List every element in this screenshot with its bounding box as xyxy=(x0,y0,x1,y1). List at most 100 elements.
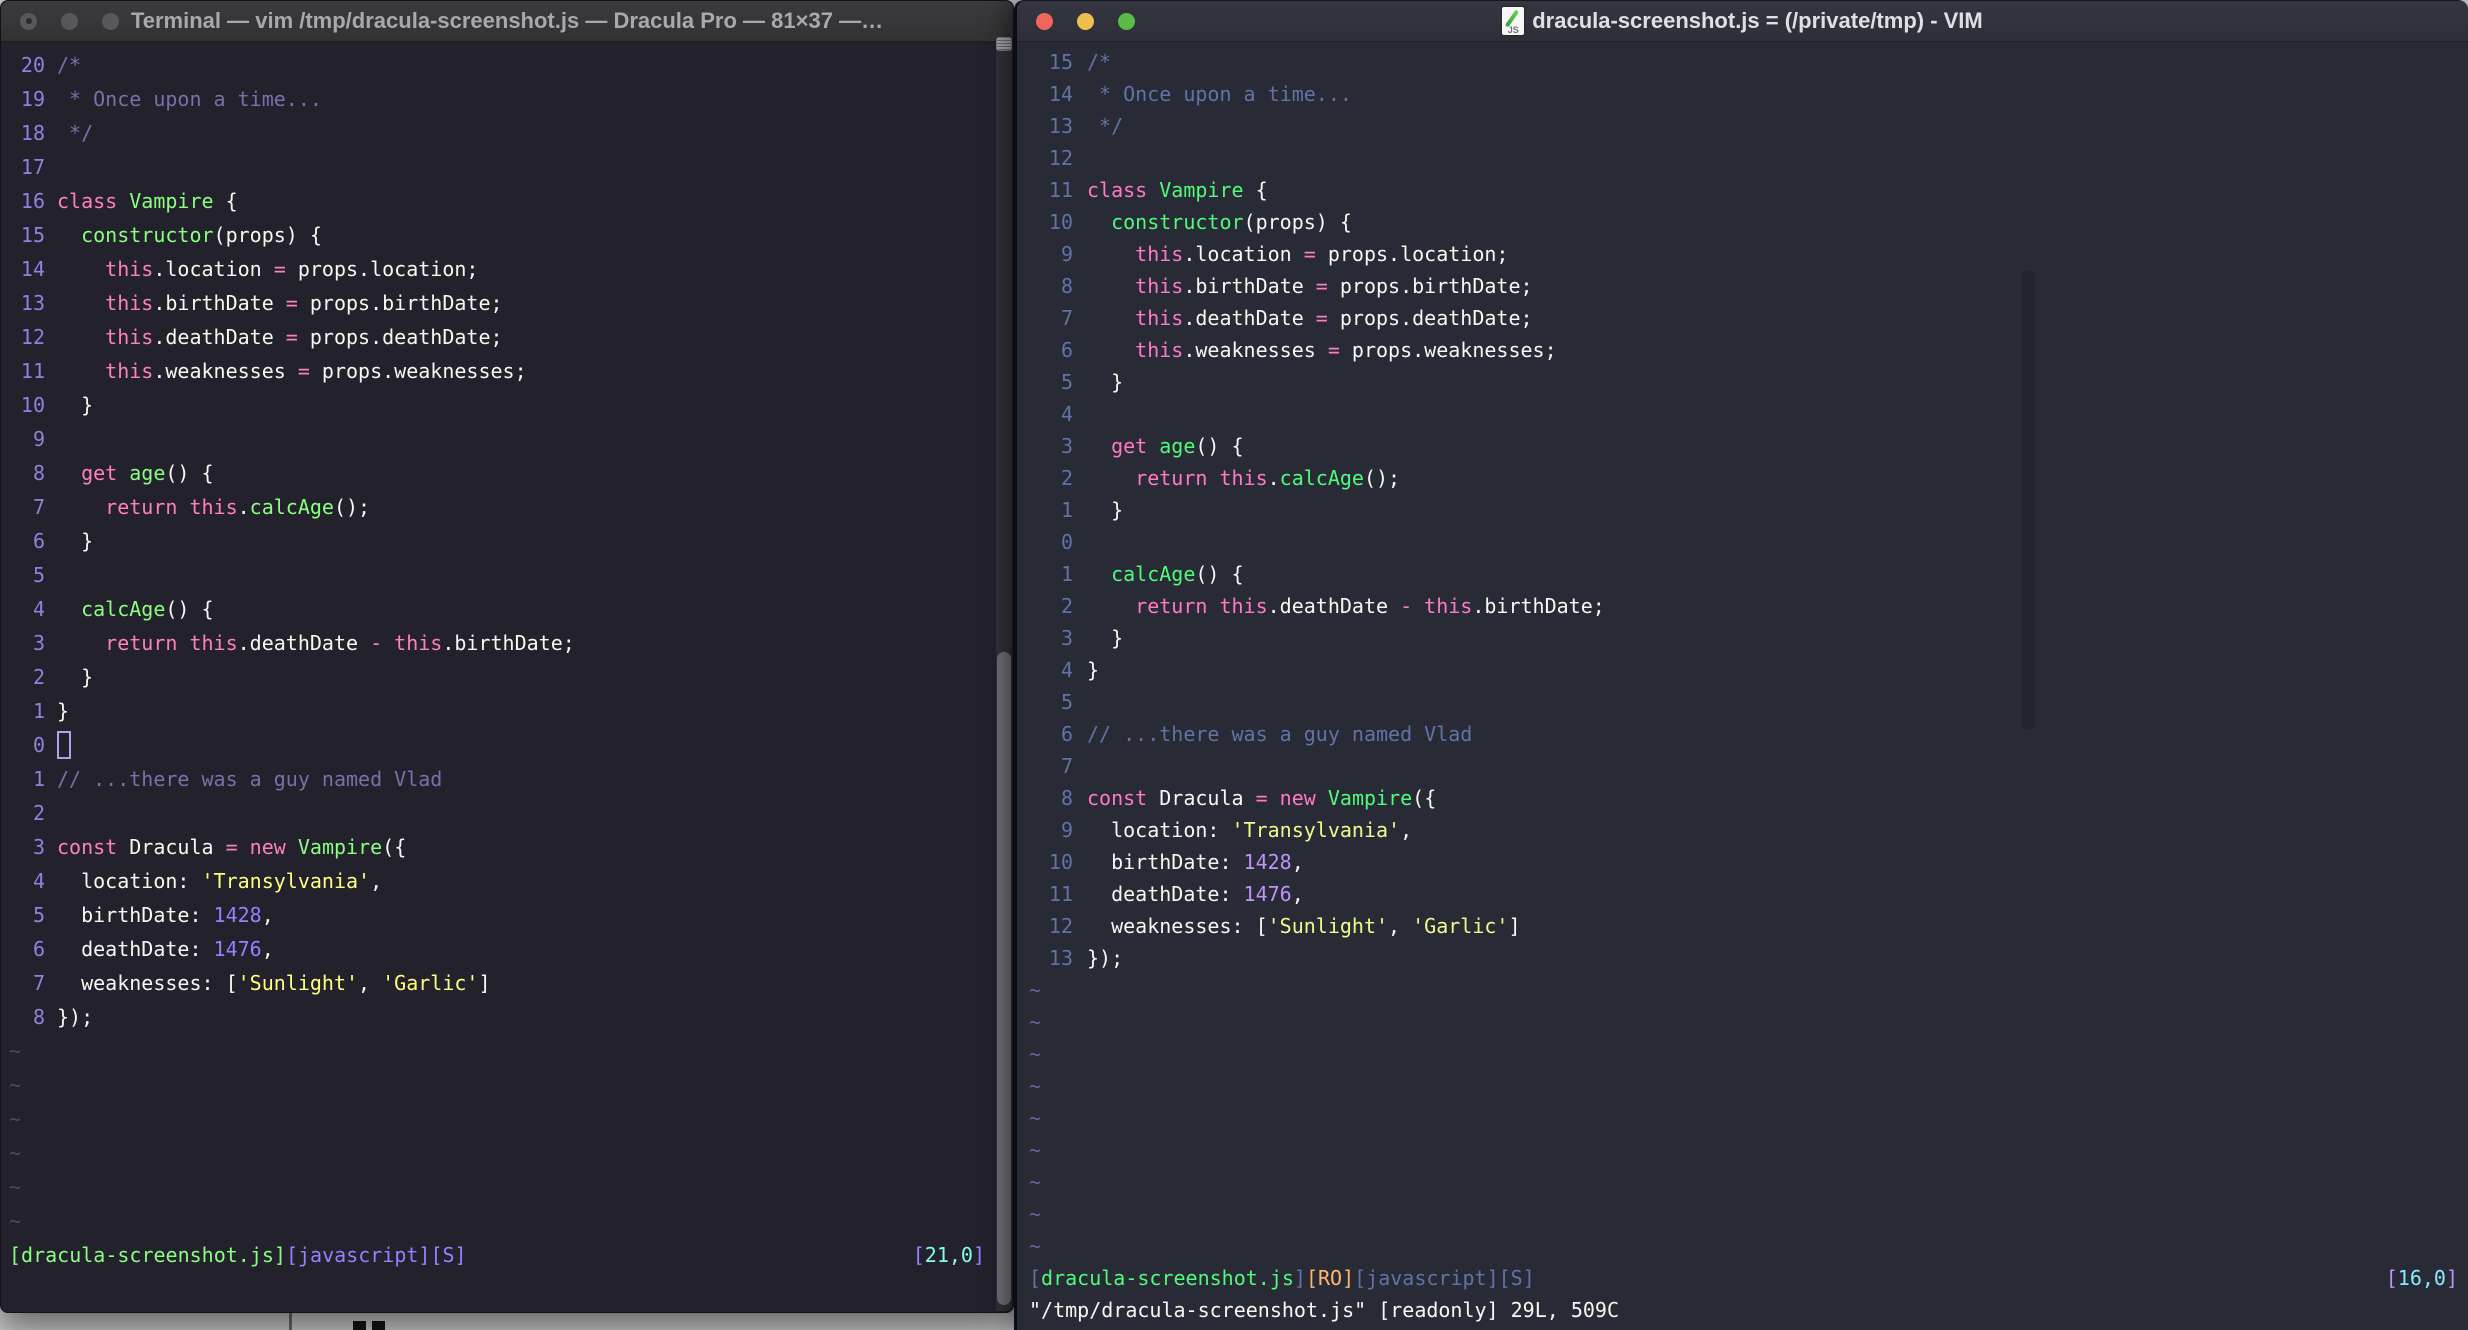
code-line: 11 class Vampire { xyxy=(1029,174,2468,206)
scrollbar-thumb[interactable] xyxy=(997,652,1011,1305)
code-segment: 1476 xyxy=(1243,882,1292,906)
code-line: 1} xyxy=(9,694,995,728)
code-line: 8 get age() { xyxy=(9,456,995,490)
tilde-line: ~ xyxy=(1029,1038,2468,1070)
line-number: 8 xyxy=(1060,786,1073,810)
code-segment: [dracula-screenshot.js] xyxy=(9,1243,286,1267)
code-segment: }); xyxy=(1087,946,1124,970)
minimize-button[interactable] xyxy=(61,12,78,30)
code-line: 12 this.deathDate = props.deathDate; xyxy=(9,320,995,354)
code-segment: .birthDate; xyxy=(442,631,575,655)
code-segment: // ...there was a guy named Vlad xyxy=(1087,722,1473,746)
code-segment: return this xyxy=(1087,594,1268,618)
line-number: 6 xyxy=(1060,722,1073,746)
code-segment: = xyxy=(297,359,310,383)
scrollbar-trough xyxy=(2022,271,2035,729)
terminal-titlebar[interactable]: Terminal — vim /tmp/dracula-screenshot.j… xyxy=(1,1,1013,42)
code-line: 7 return this.calcAge(); xyxy=(9,490,995,524)
macvim-titlebar[interactable]: JS dracula-screenshot.js = (/private/tmp… xyxy=(1017,1,2468,42)
minimize-button[interactable] xyxy=(1077,12,1094,30)
tilde-line: ~ xyxy=(1029,1006,2468,1038)
code-segment: } xyxy=(57,665,94,689)
code-segment: this xyxy=(1087,338,1184,362)
code-segment: } xyxy=(57,393,94,417)
line-number: 3 xyxy=(32,835,45,859)
tilde: ~ xyxy=(1029,978,1042,1002)
terminal-vim-buffer[interactable]: 20/* 19 * Once upon a time... 18 */17 16 cla… xyxy=(1,42,995,1311)
code-segment: birthDate: xyxy=(57,903,214,927)
code-segment: } xyxy=(1087,626,1124,650)
line-number: 0 xyxy=(1060,530,1073,554)
code-segment: 'Sunlight' xyxy=(237,971,359,995)
tilde-line: ~ xyxy=(9,1170,995,1204)
code-segment: .location xyxy=(153,257,274,281)
code-line: 10 } xyxy=(9,388,995,422)
code-line: 8 this.birthDate = props.birthDate; xyxy=(1029,270,2468,302)
code-line: 9 this.location = props.location; xyxy=(1029,238,2468,270)
code-segment: , xyxy=(370,869,383,893)
code-line: 2 return this.calcAge(); xyxy=(1029,462,2468,494)
code-line: 4} xyxy=(1029,654,2468,686)
scrollbar-track[interactable] xyxy=(996,37,1012,1311)
code-line: 2 xyxy=(9,796,995,830)
code-segment: (); xyxy=(1363,466,1401,490)
code-segment: this xyxy=(1087,242,1184,266)
document-proxy-icon[interactable]: JS xyxy=(1502,7,1525,35)
code-segment: = xyxy=(1315,306,1328,330)
tilde: ~ xyxy=(9,1107,22,1131)
code-segment: .birthDate xyxy=(153,291,286,315)
code-segment: constructor xyxy=(57,223,214,247)
tilde: ~ xyxy=(9,1073,22,1097)
line-number: 2 xyxy=(1060,466,1073,490)
code-segment: 1428 xyxy=(1243,850,1292,874)
code-segment: props.weaknesses; xyxy=(309,359,527,383)
line-number: 6 xyxy=(1060,338,1073,362)
code-segment: 1476 xyxy=(213,937,262,961)
close-button[interactable] xyxy=(1036,12,1053,30)
terminal-window: Terminal — vim /tmp/dracula-screenshot.j… xyxy=(0,0,1014,1313)
line-number: 15 xyxy=(20,223,45,247)
line-number: 2 xyxy=(32,665,45,689)
code-segment: 'Garlic' xyxy=(1412,914,1509,938)
line-number: 4 xyxy=(32,869,45,893)
close-button[interactable] xyxy=(20,12,37,30)
code-line: 8}); xyxy=(9,1000,995,1034)
background-window-fragment xyxy=(289,1313,292,1330)
code-segment: return this xyxy=(57,631,238,655)
code-segment: = xyxy=(1327,338,1340,362)
code-segment: [ xyxy=(1029,1266,1042,1290)
code-segment: */ xyxy=(1087,114,1124,138)
code-line: 3 } xyxy=(1029,622,2468,654)
zoom-button[interactable] xyxy=(102,12,119,30)
tilde: ~ xyxy=(9,1175,22,1199)
scrollbar-grip-icon[interactable] xyxy=(996,37,1012,51)
zoom-button[interactable] xyxy=(1118,12,1135,30)
code-segment: class xyxy=(1087,178,1148,202)
tilde-line: ~ xyxy=(1029,1198,2468,1230)
line-number: 4 xyxy=(1060,658,1073,682)
code-segment: = xyxy=(285,325,298,349)
macvim-window-title: dracula-screenshot.js = (/private/tmp) -… xyxy=(1532,8,1983,33)
code-segment: 'Sunlight' xyxy=(1267,914,1389,938)
code-line: 18 */ xyxy=(9,116,995,150)
code-line: 5 birthDate: 1428, xyxy=(9,898,995,932)
code-segment: props.birthDate; xyxy=(1327,274,1533,298)
code-line: 11 deathDate: 1476, xyxy=(1029,878,2468,910)
background-window-fragment xyxy=(372,1321,385,1330)
tilde: ~ xyxy=(9,1039,22,1063)
code-line: 15 constructor(props) { xyxy=(9,218,995,252)
code-segment: birthDate: xyxy=(1087,850,1244,874)
code-segment: = xyxy=(273,257,286,281)
line-number: 8 xyxy=(32,1005,45,1029)
code-segment: (props) { xyxy=(213,223,322,247)
line-number: 2 xyxy=(32,801,45,825)
vim-statusline: [dracula-screenshot.js][javascript][S] [2… xyxy=(9,1238,995,1272)
line-number: 1 xyxy=(1060,498,1073,522)
code-segment: (props) { xyxy=(1243,210,1352,234)
code-segment: , xyxy=(261,937,274,961)
code-segment: ] xyxy=(1293,1266,1306,1290)
code-segment: = new xyxy=(225,835,286,859)
code-line: 6 deathDate: 1476, xyxy=(9,932,995,966)
macvim-buffer[interactable]: 15/* 14 * Once upon a time... 13 */12 11 cla… xyxy=(1017,42,2468,1329)
